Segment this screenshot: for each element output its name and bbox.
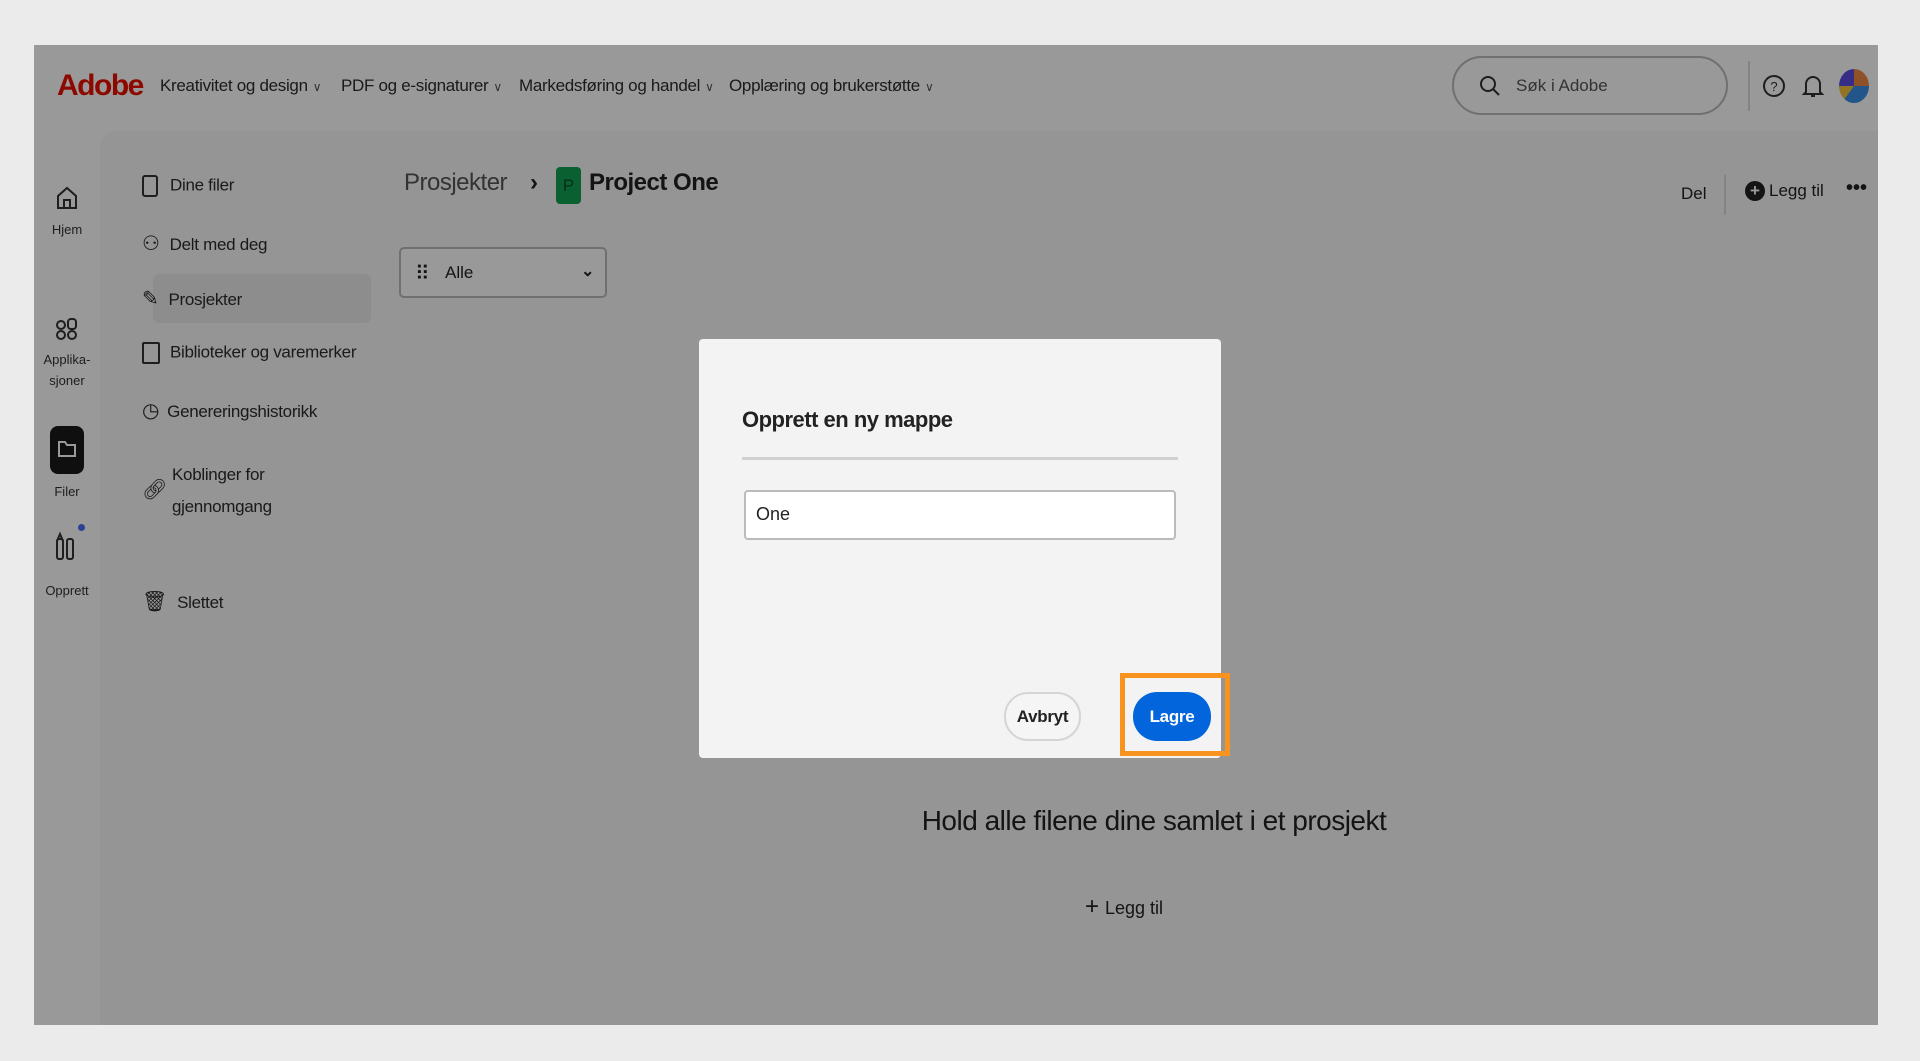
cancel-button[interactable]: Avbryt — [1004, 692, 1081, 741]
app-window: Adobe Kreativitet og design ∨ PDF og e-si… — [34, 45, 1878, 1025]
dialog-title: Opprett en ny mappe — [742, 407, 953, 432]
create-folder-dialog: Opprett en ny mappe One Avbryt Lagre — [699, 339, 1230, 758]
save-button[interactable]: Lagre — [1133, 692, 1211, 741]
folder-name-input[interactable]: One — [744, 490, 1176, 540]
dialog-divider — [742, 457, 1178, 460]
